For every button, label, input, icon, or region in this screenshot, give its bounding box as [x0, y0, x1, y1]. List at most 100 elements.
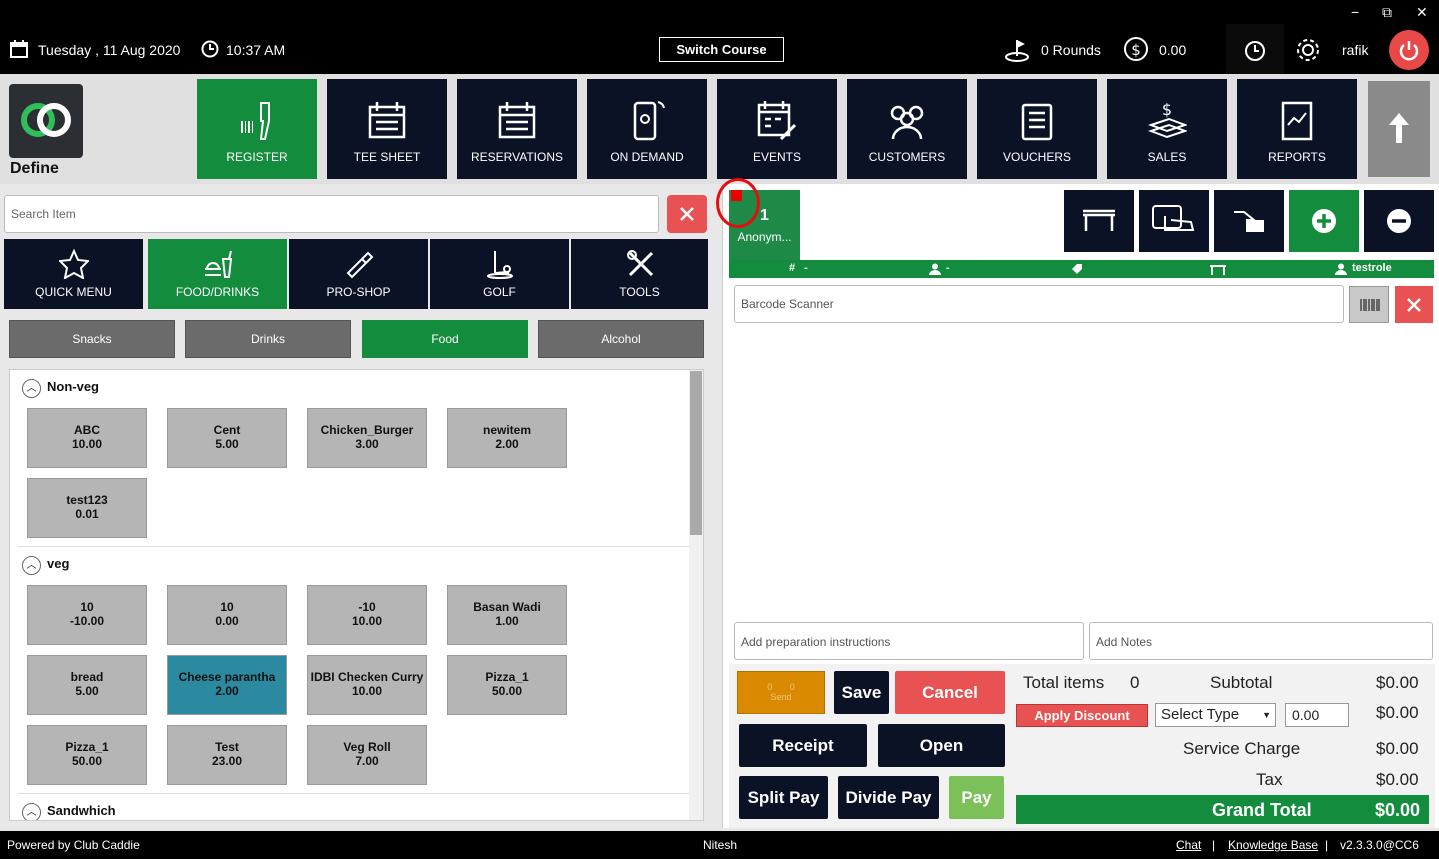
chevron-down-icon: ▼ [1262, 710, 1271, 720]
table-button[interactable] [1064, 190, 1134, 252]
close-icon [680, 207, 694, 221]
status-separator: | [1325, 838, 1329, 852]
guest-name: Anonym... [737, 230, 792, 244]
open-button[interactable]: Open [878, 724, 1005, 767]
money-stack-icon: $ [1148, 100, 1187, 139]
barcode-icon [1360, 299, 1380, 311]
nav-customers[interactable]: CUSTOMERS [847, 79, 967, 179]
category-food-drinks[interactable]: FOOD/DRINKS [148, 239, 287, 309]
group-header-sandwhich[interactable]: ︿ Sandwhich [22, 803, 116, 820]
menu-item-selected[interactable]: Cheese parantha 2.00 [167, 655, 287, 715]
switch-course-button[interactable]: Switch Course [659, 37, 784, 62]
close-window-icon[interactable]: ✕ [1416, 4, 1428, 21]
menu-item[interactable]: Chicken_Burger 3.00 [307, 408, 427, 468]
menu-item[interactable]: ABC 10.00 [27, 408, 147, 468]
menu-item[interactable]: Pizza_1 50.00 [27, 725, 147, 785]
category-pro-shop[interactable]: PRO-SHOP [289, 239, 428, 309]
subtab-drinks[interactable]: Drinks [185, 320, 351, 358]
discount-value-input[interactable]: 0.00 [1285, 703, 1349, 727]
remove-guest-button[interactable] [1364, 190, 1434, 252]
menu-item[interactable]: bread 5.00 [27, 655, 147, 715]
menu-item[interactable]: IDBI Checken Curry 10.00 [307, 655, 427, 715]
grand-total-label: Grand Total [1212, 800, 1312, 820]
status-user: Nitesh [703, 838, 738, 852]
category-tools[interactable]: TOOLS [571, 239, 708, 309]
brand-name: Define [10, 160, 59, 177]
nav-reservations[interactable]: RESERVATIONS [457, 79, 577, 179]
split-pay-button[interactable]: Split Pay [739, 776, 828, 819]
gear-icon[interactable] [1295, 37, 1321, 63]
prep-instructions-input[interactable]: Add preparation instructions [734, 622, 1084, 660]
arrow-up-icon [1389, 113, 1409, 143]
chat-link[interactable]: Chat [1176, 838, 1201, 852]
power-button[interactable] [1389, 30, 1429, 70]
discount-type-value: Select Type [1161, 706, 1240, 723]
subtab-snacks[interactable]: Snacks [9, 320, 175, 358]
category-label: PRO-SHOP [326, 285, 391, 299]
group-header-non-veg[interactable]: ︿ Non-veg [22, 379, 99, 398]
group-header-veg[interactable]: ︿ veg [22, 556, 69, 575]
category-quick-menu[interactable]: QUICK MENU [4, 239, 143, 309]
top-bar: − ⧉ ✕ Tuesday , 11 Aug 2020 10:37 AM Swi… [0, 0, 1439, 74]
menu-item[interactable]: Cent 5.00 [167, 408, 287, 468]
menu-item[interactable]: Basan Wadi 1.00 [447, 585, 567, 645]
barcode-scanner-icon [241, 102, 270, 140]
nav-reports[interactable]: REPORTS [1237, 79, 1357, 179]
scroll-up-button[interactable] [1368, 81, 1430, 177]
clock-icon [201, 40, 219, 58]
clear-search-button[interactable] [667, 195, 707, 233]
menu-item[interactable]: 10 -10.00 [27, 585, 147, 645]
barcode-button[interactable] [1349, 286, 1389, 323]
nav-register[interactable]: REGISTER [197, 79, 317, 179]
cancel-button[interactable]: Cancel [895, 671, 1005, 714]
nav-on-demand[interactable]: ON DEMAND [587, 79, 707, 179]
barcode-scanner-input[interactable]: Barcode Scanner [734, 285, 1344, 323]
discount-type-select[interactable]: Select Type ▼ [1155, 703, 1276, 727]
nav-sales[interactable]: $ SALES [1107, 79, 1227, 179]
menu-item[interactable]: 10 0.00 [167, 585, 287, 645]
dollar-icon: $ [1124, 37, 1148, 61]
highlight-circle [716, 178, 760, 228]
tax-label: Tax [1256, 770, 1283, 789]
pay-button[interactable]: Pay [949, 776, 1004, 819]
receipt-button[interactable]: Receipt [739, 724, 867, 767]
menu-item[interactable]: Pizza_1 50.00 [447, 655, 567, 715]
rounds-count: 0 Rounds [1041, 42, 1101, 58]
subtab-alcohol[interactable]: Alcohol [538, 320, 704, 358]
clear-barcode-button[interactable] [1395, 286, 1433, 323]
menu-item[interactable]: test123 0.01 [27, 478, 147, 538]
touch-button[interactable] [1139, 190, 1209, 252]
voucher-icon [1021, 103, 1053, 141]
add-notes-input[interactable]: Add Notes [1089, 622, 1433, 660]
scrollbar-thumb[interactable] [690, 371, 702, 535]
search-item-input[interactable]: Search Item [4, 195, 659, 233]
menu-item[interactable]: newitem 2.00 [447, 408, 567, 468]
apply-discount-button[interactable]: Apply Discount [1016, 704, 1148, 727]
minimize-icon[interactable]: − [1351, 4, 1359, 20]
chevron-up-icon[interactable]: ︿ [22, 379, 41, 398]
knowledge-base-link[interactable]: Knowledge Base [1228, 838, 1318, 852]
power-icon [1399, 41, 1419, 61]
menu-item[interactable]: Veg Roll 7.00 [307, 725, 427, 785]
nav-tee-sheet[interactable]: TEE SHEET [327, 79, 447, 179]
nav-events[interactable]: EVENTS [717, 79, 837, 179]
category-golf[interactable]: GOLF [430, 239, 569, 309]
divide-pay-button[interactable]: Divide Pay [838, 776, 939, 819]
add-guest-button[interactable] [1289, 190, 1359, 252]
card-button[interactable] [1214, 190, 1284, 252]
chevron-up-icon[interactable]: ︿ [22, 556, 41, 575]
plus-circle-icon [1312, 209, 1336, 233]
calendar-icon [368, 102, 406, 139]
item-list-scrollbar[interactable] [689, 370, 703, 820]
time-clock-button[interactable] [1226, 24, 1284, 74]
chevron-up-icon[interactable]: ︿ [22, 803, 41, 820]
hash-icon: # [789, 262, 796, 274]
nav-vouchers[interactable]: VOUCHERS [977, 79, 1097, 179]
subtab-food[interactable]: Food [362, 320, 528, 358]
save-button[interactable]: Save [834, 671, 889, 714]
send-button[interactable]: 0 0 Send [737, 671, 825, 714]
user-name: rafik [1342, 42, 1369, 58]
restore-icon[interactable]: ⧉ [1382, 4, 1392, 21]
menu-item[interactable]: Test 23.00 [167, 725, 287, 785]
menu-item[interactable]: -10 10.00 [307, 585, 427, 645]
